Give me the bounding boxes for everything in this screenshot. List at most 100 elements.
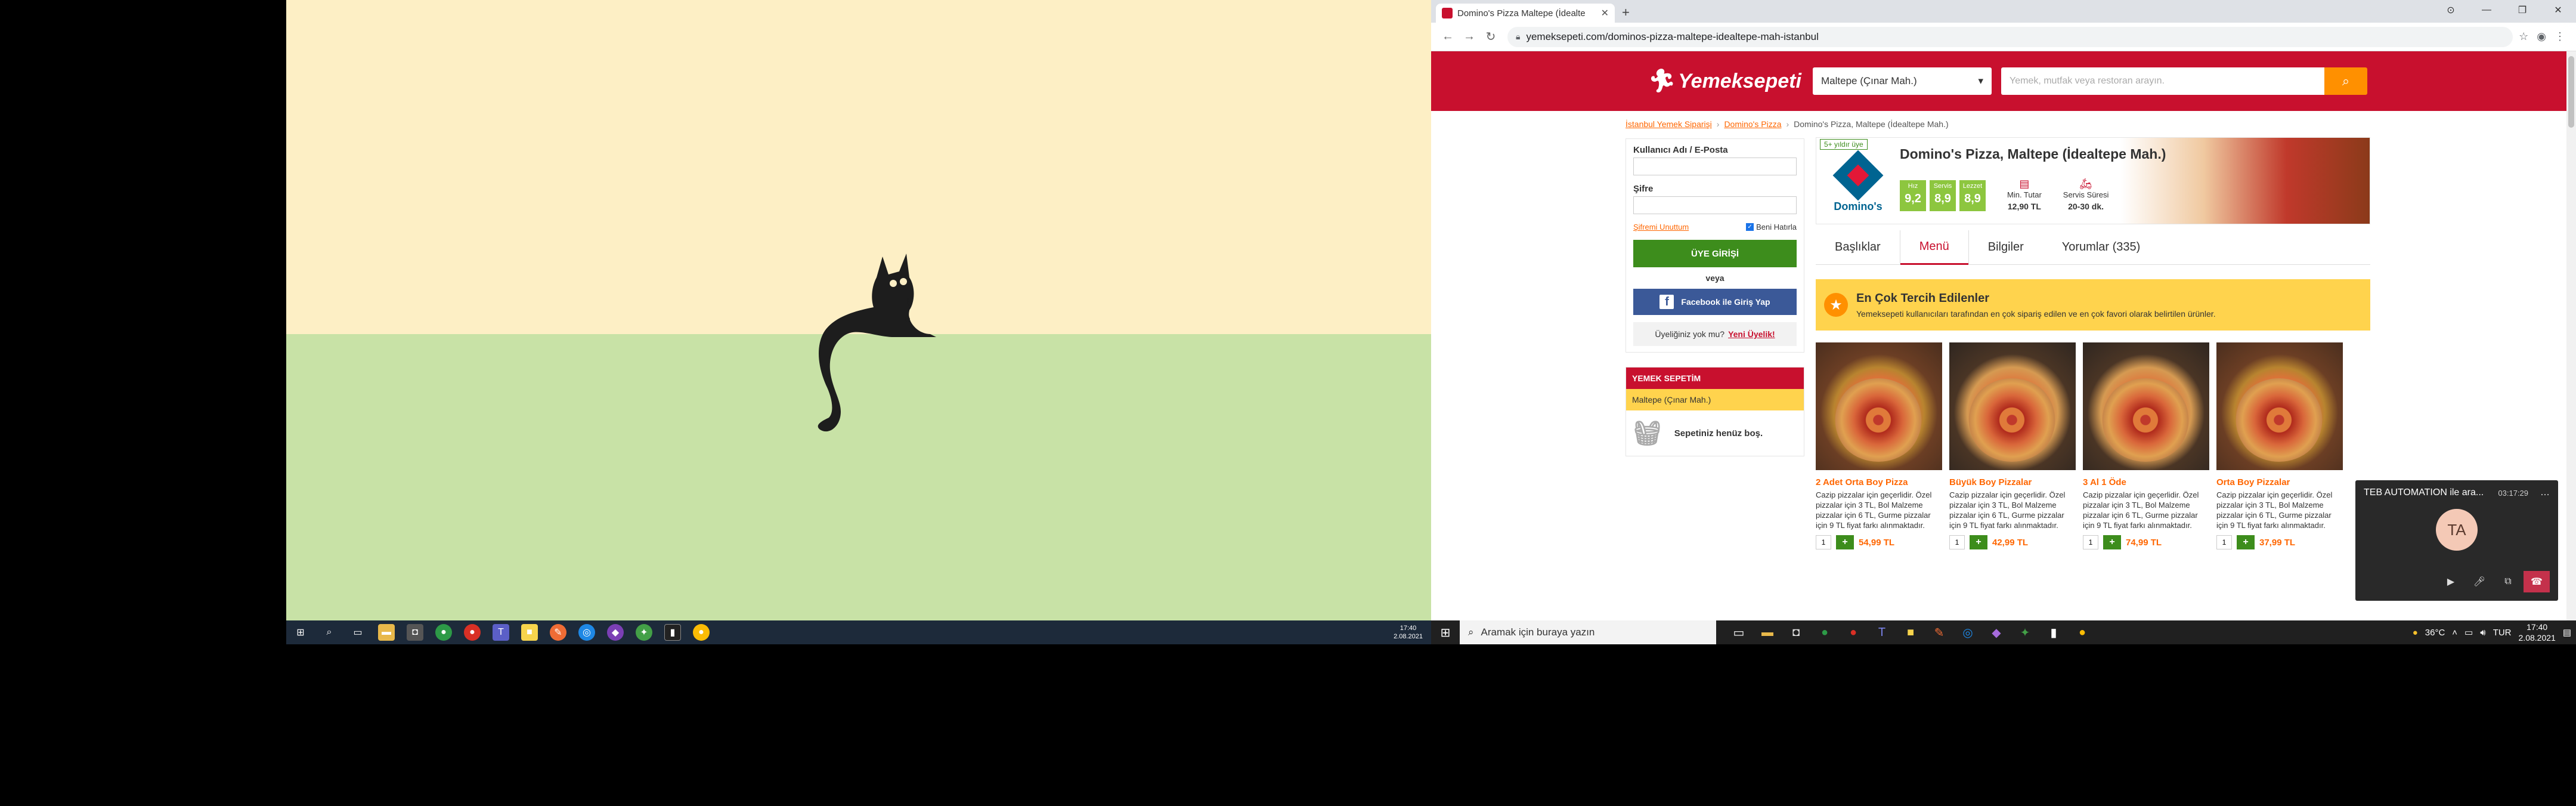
breadcrumb-link-dominos[interactable]: Domino's Pizza [1724, 119, 1781, 129]
username-field[interactable] [1633, 158, 1797, 175]
chevron-up-icon[interactable]: ˄ [2452, 628, 2457, 638]
close-tab-icon[interactable]: ✕ [1601, 7, 1609, 19]
product-title[interactable]: Orta Boy Pizzalar [2216, 477, 2343, 487]
postman-icon[interactable]: ✎ [1925, 620, 1953, 644]
add-to-basket-button[interactable]: + [2237, 535, 2255, 549]
service-time: 🛵︎ Servis Süresi 20-30 dk. [2063, 178, 2109, 211]
close-window-icon[interactable]: ✕ [2540, 0, 2576, 20]
notifications-icon[interactable]: ▤ [2563, 627, 2571, 638]
menu-icon[interactable]: ⋮ [2555, 30, 2565, 43]
add-to-basket-button[interactable]: + [1970, 535, 1987, 549]
postman-icon[interactable]: ✎ [550, 624, 566, 641]
intellij-icon[interactable]: ▮ [2039, 620, 2068, 644]
pizza-image[interactable] [2216, 342, 2343, 470]
product-price: 74,99 TL [2126, 537, 2162, 548]
facebook-login-button[interactable]: f Facebook ile Giriş Yap [1633, 289, 1797, 315]
login-button[interactable]: ÜYE GİRİŞİ [1633, 240, 1797, 267]
runner-icon: 🏃︎ [1646, 69, 1675, 94]
store-icon[interactable]: ◘ [1782, 620, 1810, 644]
location-select[interactable]: Maltepe (Çınar Mah.) ▾ [1813, 67, 1992, 95]
quantity-select[interactable]: 1 [1949, 535, 1965, 549]
intellij-icon[interactable]: ▮ [664, 624, 681, 641]
tab-menu[interactable]: Menü [1900, 230, 1968, 265]
app-blue-icon[interactable]: ◎ [578, 624, 595, 641]
pizza-image[interactable] [1949, 342, 2076, 470]
sticky-notes-icon[interactable]: ■ [521, 624, 538, 641]
tab-yorumlar[interactable]: Yorumlar (335) [2043, 230, 2160, 265]
breadcrumb-separator: › [1786, 119, 1789, 129]
remember-me-checkbox[interactable]: ✓ Beni Hatırla [1746, 223, 1797, 231]
chrome-2-icon[interactable]: ● [1839, 620, 1868, 644]
app-green-icon[interactable]: ✦ [636, 624, 652, 641]
add-to-basket-button[interactable]: + [1836, 535, 1854, 549]
file-explorer-icon[interactable]: ▬ [1753, 620, 1782, 644]
new-tab-button[interactable]: + [1622, 5, 1630, 20]
forgot-password-link[interactable]: Şifremi Unuttum [1633, 223, 1689, 231]
lock-icon[interactable]: 🔒︎ [1516, 32, 1520, 42]
app-green-icon[interactable]: ✦ [2011, 620, 2039, 644]
chrome-2-icon[interactable]: ● [464, 624, 481, 641]
hang-up-icon[interactable]: ☎︎ [2524, 571, 2550, 592]
quantity-select[interactable]: 1 [1816, 535, 1831, 549]
start-icon[interactable]: ⊞ [1431, 620, 1460, 644]
teams-icon[interactable]: T [1868, 620, 1896, 644]
chrome-active-icon[interactable]: ● [693, 624, 710, 641]
chrome-icon[interactable]: ● [1810, 620, 1839, 644]
minimize-icon[interactable]: — [2469, 0, 2504, 20]
taskbar-clock[interactable]: 17:40 2.08.2021 [2519, 622, 2556, 643]
register-link[interactable]: Yeni Üyelik! [1728, 329, 1775, 339]
yemeksepeti-logo[interactable]: 🏃︎ Yemeksepeti [1646, 68, 1807, 94]
task-view-icon[interactable]: ▭ [1724, 620, 1753, 644]
search-input[interactable]: Yemek, mutfak veya restoran arayın. [2001, 67, 2324, 95]
add-to-basket-button[interactable]: + [2103, 535, 2121, 549]
share-screen-icon[interactable]: ⧉ [2495, 571, 2521, 592]
restaurant-scores: Hız 9,2 Servis 8,9 Lezzet 8,9 ▤ Min. Tutar 12… [1900, 178, 2166, 211]
store-icon[interactable]: ◘ [407, 624, 423, 641]
search-icon[interactable]: ⌕ [321, 624, 338, 641]
more-options-icon[interactable]: … [2540, 487, 2550, 498]
bookmark-star-icon[interactable]: ☆ [2519, 30, 2528, 43]
file-explorer-icon[interactable]: ▬ [378, 624, 395, 641]
scrollbar-thumb[interactable] [2568, 56, 2574, 128]
teams-icon[interactable]: T [493, 624, 509, 641]
tab-basliklar[interactable]: Başlıklar [1816, 230, 1900, 265]
chrome-icon[interactable]: ● [435, 624, 452, 641]
address-bar[interactable]: 🔒︎ yemeksepeti.com/dominos-pizza-maltepe… [1507, 26, 2513, 47]
password-field[interactable] [1633, 196, 1797, 214]
product-title[interactable]: 3 Al 1 Öde [2083, 477, 2209, 487]
app-purple-icon[interactable]: ◆ [607, 624, 624, 641]
tab-bilgiler[interactable]: Bilgiler [1969, 230, 2043, 265]
sticky-notes-icon[interactable]: ■ [1896, 620, 1925, 644]
language-indicator[interactable]: TUR [2493, 628, 2512, 638]
pizza-image[interactable] [2083, 342, 2209, 470]
breadcrumb-link-istanbul[interactable]: İstanbul Yemek Siparişi [1626, 119, 1712, 129]
start-icon[interactable]: ⊞ [292, 624, 309, 641]
quantity-select[interactable]: 1 [2083, 535, 2098, 549]
network-icon[interactable]: ▭ [2464, 627, 2473, 638]
left-clock[interactable]: 17:40 2.08.2021 [1394, 624, 1423, 641]
profile-menu-icon[interactable]: ⊙ [2433, 0, 2469, 20]
taskbar-search-input[interactable]: ⌕ Aramak için buraya yazın [1460, 620, 1716, 644]
taskbar-search-placeholder: Aramak için buraya yazın [1481, 626, 1595, 638]
weather-temp[interactable]: 36°C [2425, 628, 2445, 638]
pizza-image[interactable] [1816, 342, 1942, 470]
reload-icon[interactable]: ↻ [1480, 29, 1501, 44]
camera-icon[interactable]: ▶︎ [2438, 571, 2464, 592]
chrome-active-icon[interactable]: ● [2068, 620, 2097, 644]
browser-tab[interactable]: Domino's Pizza Maltepe (İdealte ✕ [1436, 4, 1615, 23]
quantity-select[interactable]: 1 [2216, 535, 2232, 549]
page-scrollbar[interactable] [2566, 51, 2576, 620]
app-purple-icon[interactable]: ◆ [1982, 620, 2011, 644]
product-title[interactable]: Büyük Boy Pizzalar [1949, 477, 2076, 487]
app-blue-icon[interactable]: ◎ [1953, 620, 1982, 644]
volume-icon[interactable]: 🔊︎ [2480, 628, 2485, 638]
search-button[interactable]: ⌕ [2324, 67, 2367, 95]
profile-icon[interactable]: ◉ [2537, 30, 2546, 43]
microphone-icon[interactable]: 🎤︎ [2466, 571, 2493, 592]
weather-icon[interactable]: ● [2413, 628, 2418, 638]
task-view-icon[interactable]: ▭ [349, 624, 366, 641]
product-title[interactable]: 2 Adet Orta Boy Pizza [1816, 477, 1942, 487]
back-icon[interactable]: ← [1437, 30, 1459, 44]
maximize-icon[interactable]: ❐ [2504, 0, 2540, 20]
forward-icon[interactable]: → [1459, 30, 1480, 44]
